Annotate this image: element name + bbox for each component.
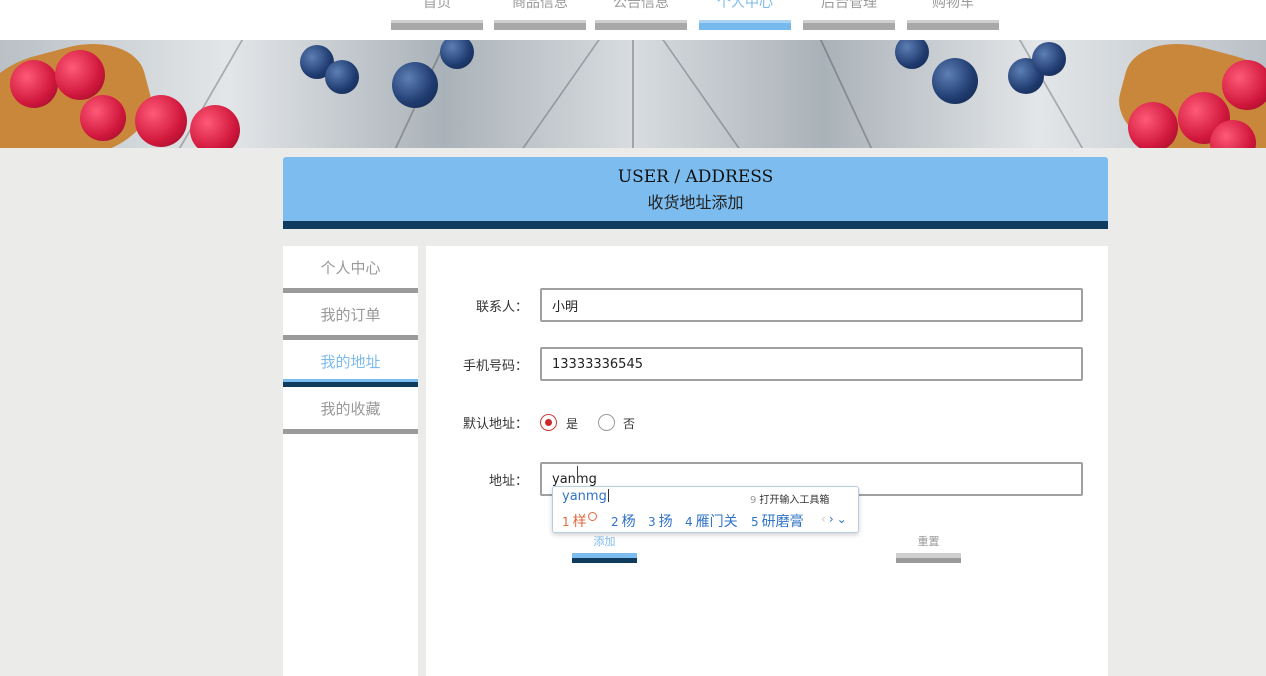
text-cursor-icon [577,466,579,480]
blueberry [895,40,929,69]
ime-candidate-text: 样 [572,514,587,530]
section-header: USER / ADDRESS 收货地址添加 [283,157,1108,229]
sidebar-item-label: 我的地址 [320,353,381,371]
nav-item-label: 购物车 [932,0,974,11]
ime-candidate[interactable]: 2杨 [611,511,636,531]
default-no-radio[interactable] [598,414,615,431]
nav-item-products[interactable]: 商品信息 [494,0,586,30]
nav-item-label: 首页 [423,0,451,11]
sidebar-item-favorites[interactable]: 我的收藏 [283,387,418,434]
ime-composition: yanmg [562,489,609,504]
plank-line [522,40,600,148]
nav-item-label: 个人中心 [717,0,773,11]
sidebar-item-label: 我的订单 [320,306,381,324]
raspberry [1128,102,1178,148]
plank-line [632,40,634,148]
add-button[interactable]: 添加 [572,533,637,563]
nav-item-label: 公告信息 [613,0,669,11]
reset-button-bar [896,553,961,563]
ime-candidate-text: 研磨膏 [761,514,804,530]
add-button-bar [572,553,637,563]
ime-toolbox-key: 9 [750,495,757,506]
raspberry [1222,60,1266,110]
ime-toolbox-link[interactable]: 9 打开输入工具箱 [750,491,829,506]
blueberry [392,62,438,108]
ime-candidate-text: 扬 [658,514,673,530]
sidebar-item-label: 个人中心 [320,259,381,277]
section-header-bar [283,221,1108,229]
raspberry [10,60,58,108]
ime-candidate-text: 杨 [621,514,636,530]
check-circle-icon [587,512,597,521]
nav-item-cart[interactable]: 购物车 [907,0,999,30]
ime-candidate[interactable]: 5 研磨膏 [751,511,804,531]
sidebar: 个人中心 我的订单 我的地址 我的收藏 [283,246,418,676]
blueberry [440,40,474,69]
nav-item-home[interactable]: 首页 [391,0,483,30]
nav-item-label: 商品信息 [512,0,568,11]
blueberry [1032,42,1066,76]
add-button-label: 添加 [593,535,616,548]
ime-candidate-popup: yanmg 9 打开输入工具箱 1样 2杨 3扬 4 雁门关 5 研磨膏 ‹›⌄ [552,486,859,533]
sidebar-item-bar [283,429,418,434]
ime-candidate-text: 雁门关 [695,514,738,530]
phone-input[interactable] [540,347,1083,381]
ime-page-controls: ‹›⌄ [821,512,850,526]
nav-item-bar [699,20,791,30]
ime-candidate[interactable]: 3扬 [648,511,673,531]
nav-item-bar [907,20,999,30]
nav-item-notices[interactable]: 公告信息 [595,0,687,30]
sidebar-item-label: 我的收藏 [320,400,381,418]
blueberry [325,60,359,94]
default-yes-label: 是 [566,417,579,431]
ime-next-page-icon[interactable]: › [829,512,837,526]
reset-button-label: 重置 [917,535,940,548]
sidebar-item-orders[interactable]: 我的订单 [283,293,418,340]
nav-item-user-center[interactable]: 个人中心 [699,0,791,30]
raspberry [135,95,187,147]
reset-button[interactable]: 重置 [896,533,961,563]
top-nav: 首页 商品信息 公告信息 个人中心 后台管理 购物车 [0,0,1266,40]
nav-item-label: 后台管理 [821,0,877,11]
ime-expand-icon[interactable]: ⌄ [837,512,850,526]
plank-line [662,40,740,148]
plank-line [819,40,873,148]
ime-candidate-number: 5 [751,515,759,529]
ime-candidate-number: 2 [611,515,619,529]
raspberry [55,50,105,100]
ime-prev-page-icon[interactable]: ‹ [821,512,829,526]
default-yes-radio[interactable] [540,414,557,431]
section-title: USER / ADDRESS [617,167,774,187]
blueberry [932,58,978,104]
address-label: 地址： [488,474,528,489]
sidebar-item-user-center[interactable]: 个人中心 [283,246,418,293]
nav-item-bar [494,20,586,30]
nav-item-admin[interactable]: 后台管理 [803,0,895,30]
default-address-label: 默认地址： [462,417,528,432]
ime-candidate[interactable]: 1样 [562,511,597,531]
ime-candidate[interactable]: 4 雁门关 [685,511,738,531]
ime-candidate-number: 4 [685,515,693,529]
phone-label: 手机号码： [462,359,528,374]
nav-item-bar [803,20,895,30]
ime-toolbox-label: 打开输入工具箱 [759,495,830,506]
raspberry [190,105,240,148]
ime-candidate-number: 1 [562,515,570,529]
contact-input[interactable] [540,288,1083,322]
contact-label: 联系人： [475,300,528,315]
banner-image [0,40,1266,148]
ime-candidate-number: 3 [648,515,656,529]
section-subtitle: 收货地址添加 [647,193,744,212]
sidebar-item-bar [283,379,418,387]
raspberry [80,95,126,141]
nav-item-bar [391,20,483,30]
nav-item-bar [595,20,687,30]
ime-composition-text: yanmg [562,489,607,504]
ime-caret [607,489,609,502]
default-no-label: 否 [623,417,636,431]
sidebar-item-addresses[interactable]: 我的地址 [283,340,418,387]
